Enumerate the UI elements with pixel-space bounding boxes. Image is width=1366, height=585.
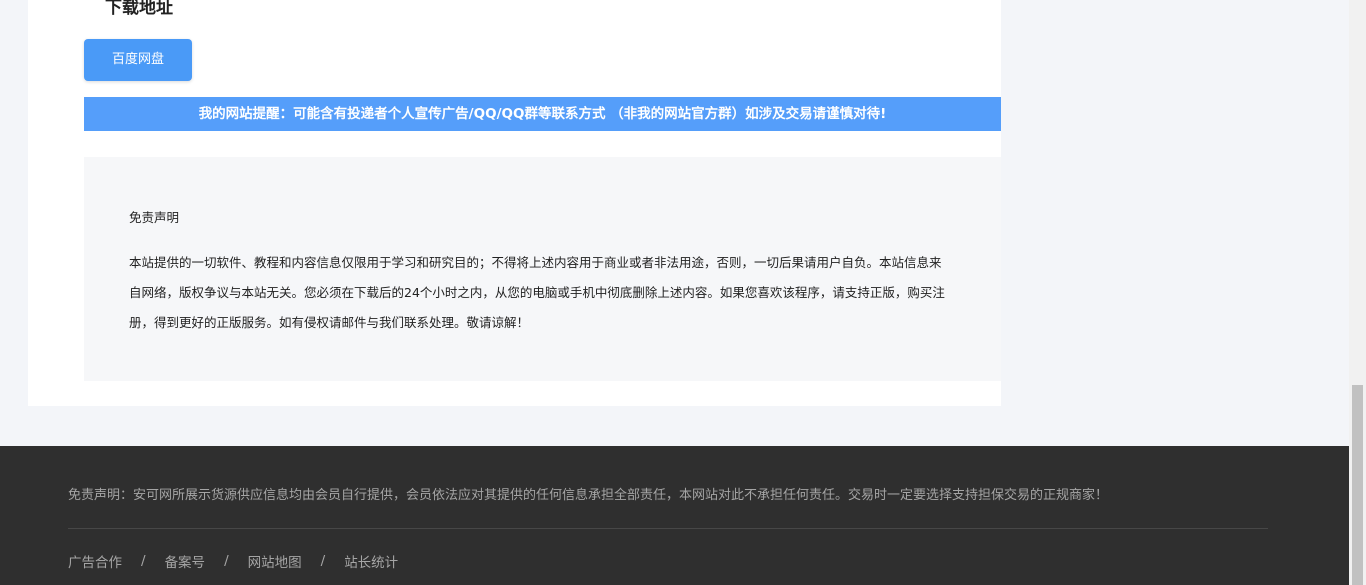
footer-link-sitemap[interactable]: 网站地图 (248, 551, 302, 571)
disclaimer-box: 免责声明 本站提供的一切软件、教程和内容信息仅限用于学习和研究目的；不得将上述内… (84, 157, 1001, 381)
footer-divider (68, 528, 1268, 529)
vertical-scrollbar[interactable] (1349, 0, 1366, 585)
disclaimer-title: 免责声明 (129, 210, 180, 225)
notice-bar: 我的网站提醒：可能含有投递者个人宣传广告/QQ/QQ群等联系方式 （非我的网站官… (84, 97, 1001, 131)
footer-separator: / (224, 553, 229, 569)
footer-link-ad-cooperation[interactable]: 广告合作 (68, 551, 122, 571)
baidu-pan-download-button[interactable]: 百度网盘 (84, 39, 192, 81)
footer-separator: / (141, 553, 146, 569)
download-section-title: 下载地址 (105, 0, 173, 18)
scrollbar-thumb[interactable] (1352, 385, 1363, 585)
content-card: 下载地址 百度网盘 我的网站提醒：可能含有投递者个人宣传广告/QQ/QQ群等联系… (28, 0, 1001, 406)
footer: 免责声明：安可网所展示货源供应信息均由会员自行提供，会员依法应对其提供的任何信息… (0, 446, 1349, 585)
footer-link-site-stats[interactable]: 站长统计 (344, 551, 398, 571)
footer-disclaimer: 免责声明：安可网所展示货源供应信息均由会员自行提供，会员依法应对其提供的任何信息… (68, 488, 1109, 503)
disclaimer-body: 本站提供的一切软件、教程和内容信息仅限用于学习和研究目的；不得将上述内容用于商业… (129, 255, 945, 330)
footer-links: 广告合作 / 备案号 / 网站地图 / 站长统计 (68, 551, 398, 571)
footer-link-icp-record[interactable]: 备案号 (165, 551, 206, 571)
footer-separator: / (320, 553, 326, 569)
